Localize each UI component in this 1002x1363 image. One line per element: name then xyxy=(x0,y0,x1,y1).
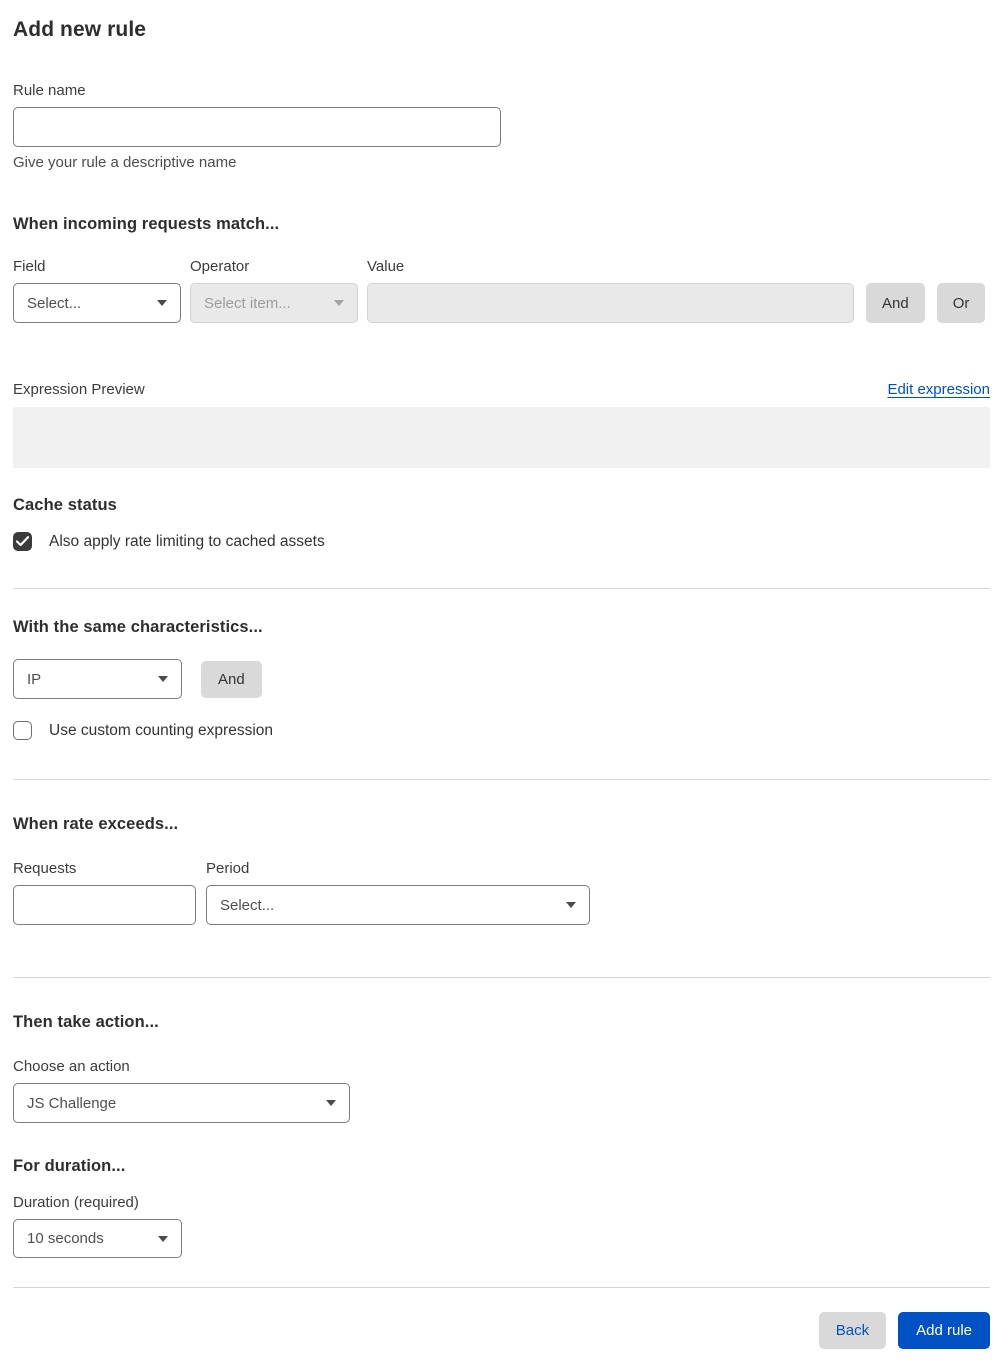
cache-status-heading: Cache status xyxy=(13,496,117,514)
duration-select-value: 10 seconds xyxy=(27,1230,104,1247)
operator-label: Operator xyxy=(190,258,250,275)
add-rule-button[interactable]: Add rule xyxy=(898,1312,990,1349)
add-rule-form: Add new rule Rule name Give your rule a … xyxy=(0,0,1002,1363)
back-button[interactable]: Back xyxy=(818,1312,887,1349)
rate-heading: When rate exceeds... xyxy=(13,815,179,833)
footer-actions: Back Add rule xyxy=(13,1312,990,1349)
chevron-down-icon xyxy=(326,1100,336,1106)
characteristics-and-button[interactable]: And xyxy=(201,660,262,698)
chevron-down-icon xyxy=(158,1235,168,1242)
match-section-heading: When incoming requests match... xyxy=(13,215,280,233)
conjunction-buttons: And Or xyxy=(866,283,986,323)
requests-input[interactable] xyxy=(13,885,196,925)
value-label: Value xyxy=(367,258,405,275)
rate-row: Requests Period Select... xyxy=(13,860,990,925)
custom-counting-checkbox-label: Use custom counting expression xyxy=(49,721,274,739)
expression-preview-header: Expression Preview Edit expression xyxy=(13,381,990,398)
period-select[interactable]: Select... xyxy=(206,885,590,925)
period-label: Period xyxy=(206,860,250,877)
footer-divider xyxy=(13,1287,990,1288)
match-condition-row: Field Select... Operator Select item... … xyxy=(13,258,990,323)
rule-name-group: Rule name Give your rule a descriptive n… xyxy=(13,82,501,171)
chevron-down-icon xyxy=(158,676,168,682)
characteristics-row: IP And xyxy=(13,659,990,699)
field-label: Field xyxy=(13,258,46,275)
rule-name-label: Rule name xyxy=(13,82,86,99)
cached-assets-checkbox[interactable] xyxy=(13,532,32,551)
chevron-down-icon xyxy=(334,300,344,306)
chevron-down-icon xyxy=(566,902,576,908)
action-select[interactable]: JS Challenge xyxy=(13,1083,350,1123)
edit-expression-link[interactable]: Edit expression xyxy=(887,381,990,398)
chevron-down-icon xyxy=(157,300,167,306)
check-icon xyxy=(16,536,29,547)
value-input xyxy=(367,283,854,323)
and-button[interactable]: And xyxy=(866,283,925,323)
field-select[interactable]: Select... xyxy=(13,283,181,323)
duration-select[interactable]: 10 seconds xyxy=(13,1219,182,1258)
operator-select-value: Select item... xyxy=(204,294,291,312)
requests-label: Requests xyxy=(13,860,77,877)
characteristic-select[interactable]: IP xyxy=(13,659,182,699)
cached-assets-checkbox-label: Also apply rate limiting to cached asset… xyxy=(49,532,325,550)
duration-label: Duration (required) xyxy=(13,1194,139,1211)
rule-name-input[interactable] xyxy=(13,107,501,147)
action-heading: Then take action... xyxy=(13,1013,159,1031)
rule-name-helper: Give your rule a descriptive name xyxy=(13,154,237,171)
page-title: Add new rule xyxy=(13,18,147,41)
action-select-value: JS Challenge xyxy=(27,1094,117,1112)
cache-checkbox-row: Also apply rate limiting to cached asset… xyxy=(13,532,990,551)
period-select-value: Select... xyxy=(220,896,275,914)
expression-preview-box xyxy=(13,407,990,468)
duration-heading: For duration... xyxy=(13,1157,126,1175)
section-divider xyxy=(13,977,990,978)
field-select-value: Select... xyxy=(27,294,82,312)
section-divider xyxy=(13,588,990,589)
expression-preview-label: Expression Preview xyxy=(13,381,145,398)
characteristic-select-value: IP xyxy=(27,670,42,688)
choose-action-label: Choose an action xyxy=(13,1058,130,1075)
operator-select: Select item... xyxy=(190,283,358,323)
characteristics-heading: With the same characteristics... xyxy=(13,618,263,636)
custom-counting-checkbox[interactable] xyxy=(13,721,32,740)
section-divider xyxy=(13,779,990,780)
counting-expression-row: Use custom counting expression xyxy=(13,721,990,740)
or-button[interactable]: Or xyxy=(936,283,986,323)
